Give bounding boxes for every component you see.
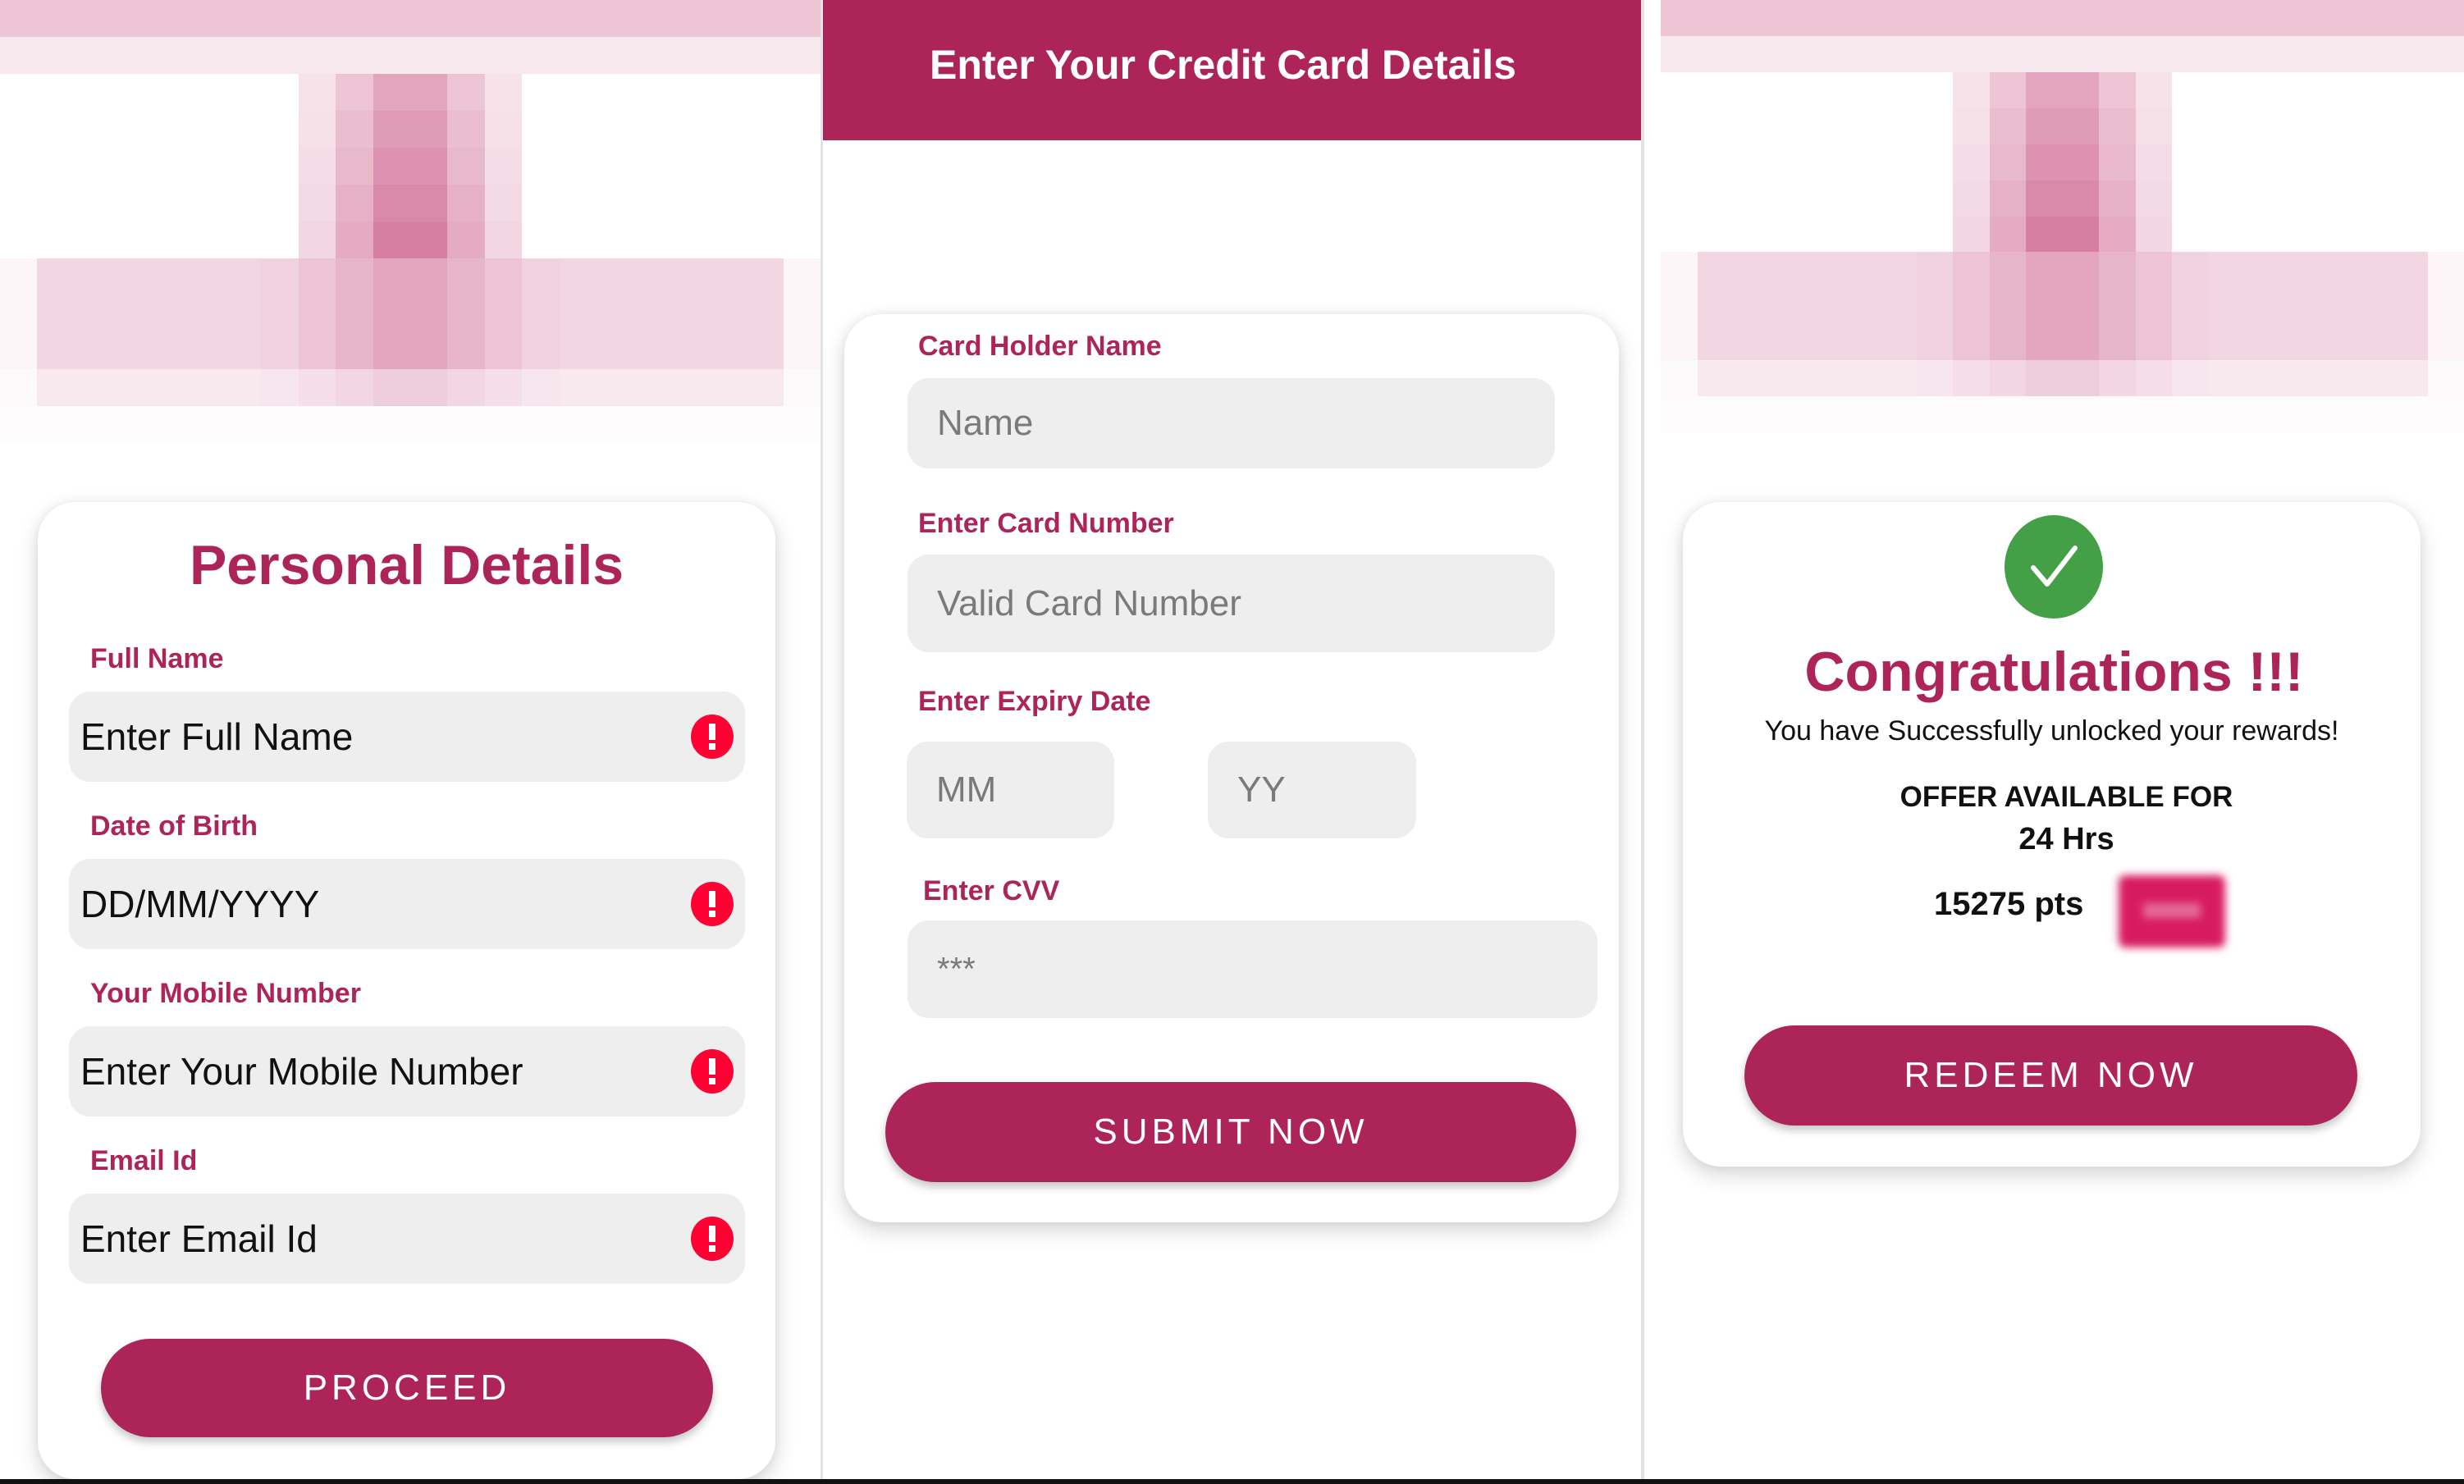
error-icon	[691, 882, 734, 926]
credit-card-screen: Enter Your Credit Card Details Card Hold…	[823, 0, 1641, 1479]
email-id-label: Email Id	[90, 1145, 198, 1176]
mobile-number-input-text: Enter Your Mobile Number	[80, 1050, 523, 1093]
card-holder-name-input[interactable]: Name	[907, 378, 1555, 468]
error-icon	[691, 1049, 734, 1094]
expiry-month-placeholder: MM	[936, 769, 997, 810]
points-value: 15275 pts	[1934, 886, 2084, 922]
header-title: Enter Your Credit Card Details	[930, 42, 1516, 88]
card-number-placeholder: Valid Card Number	[937, 582, 1241, 623]
card-holder-name-placeholder: Name	[937, 403, 1034, 443]
pixelated-banner-image	[0, 0, 821, 443]
cvv-placeholder: ***	[937, 951, 976, 987]
expiry-year-input[interactable]: YY	[1208, 742, 1416, 838]
congratulations-title: Congratulations !!!	[1804, 641, 2304, 703]
card-number-label: Enter Card Number	[918, 508, 1174, 539]
submit-now-button[interactable]: SUBMIT NOW	[885, 1082, 1576, 1182]
page-title: Personal Details	[189, 534, 624, 596]
header-bar: Enter Your Credit Card Details	[823, 0, 1641, 140]
success-subtitle: You have Successfully unlocked your rewa…	[1764, 715, 2339, 747]
date-of-birth-field[interactable]: DD/MM/YYYY	[69, 859, 745, 949]
personal-details-screen: Personal Details Full Name Enter Full Na…	[0, 0, 821, 1479]
expiry-year-placeholder: YY	[1237, 769, 1286, 810]
checkmark-icon	[2031, 546, 2078, 587]
personal-details-card: Personal Details Full Name Enter Full Na…	[38, 502, 775, 1479]
cvv-label: Enter CVV	[923, 875, 1060, 906]
email-id-field[interactable]: Enter Email Id	[69, 1194, 745, 1284]
date-of-birth-label: Date of Birth	[90, 810, 258, 842]
bottom-edge	[0, 1479, 2464, 1484]
pixelated-banner-image	[1661, 0, 2464, 432]
cvv-input[interactable]: ***	[907, 920, 1598, 1018]
redeem-now-button[interactable]: REDEEM NOW	[1744, 1025, 2357, 1126]
blurred-badge	[2119, 875, 2225, 947]
expiry-date-label: Enter Expiry Date	[918, 686, 1151, 717]
error-icon	[691, 715, 734, 759]
rewards-success-screen: Congratulations !!! You have Successfull…	[1644, 0, 2464, 1479]
full-name-field[interactable]: Enter Full Name	[69, 692, 745, 782]
expiry-month-input[interactable]: MM	[907, 742, 1114, 838]
mobile-number-label: Your Mobile Number	[90, 978, 361, 1009]
offer-duration: 24 Hrs	[2018, 822, 2114, 856]
proceed-button[interactable]: PROCEED	[101, 1339, 713, 1437]
date-of-birth-input-text: DD/MM/YYYY	[80, 883, 320, 925]
error-icon	[691, 1217, 734, 1261]
mobile-number-field[interactable]: Enter Your Mobile Number	[69, 1026, 745, 1116]
offer-available-label: OFFER AVAILABLE FOR	[1899, 781, 2233, 813]
credit-card-form-card: Card Holder Name Name Enter Card Number …	[844, 314, 1619, 1222]
card-number-input[interactable]: Valid Card Number	[907, 555, 1555, 652]
card-holder-name-label: Card Holder Name	[918, 331, 1162, 362]
full-name-label: Full Name	[90, 643, 224, 674]
full-name-input-text: Enter Full Name	[80, 715, 354, 758]
check-circle-icon	[2005, 515, 2103, 619]
rewards-card: Congratulations !!! You have Successfull…	[1683, 502, 2421, 1167]
email-id-input-text: Enter Email Id	[80, 1217, 318, 1260]
